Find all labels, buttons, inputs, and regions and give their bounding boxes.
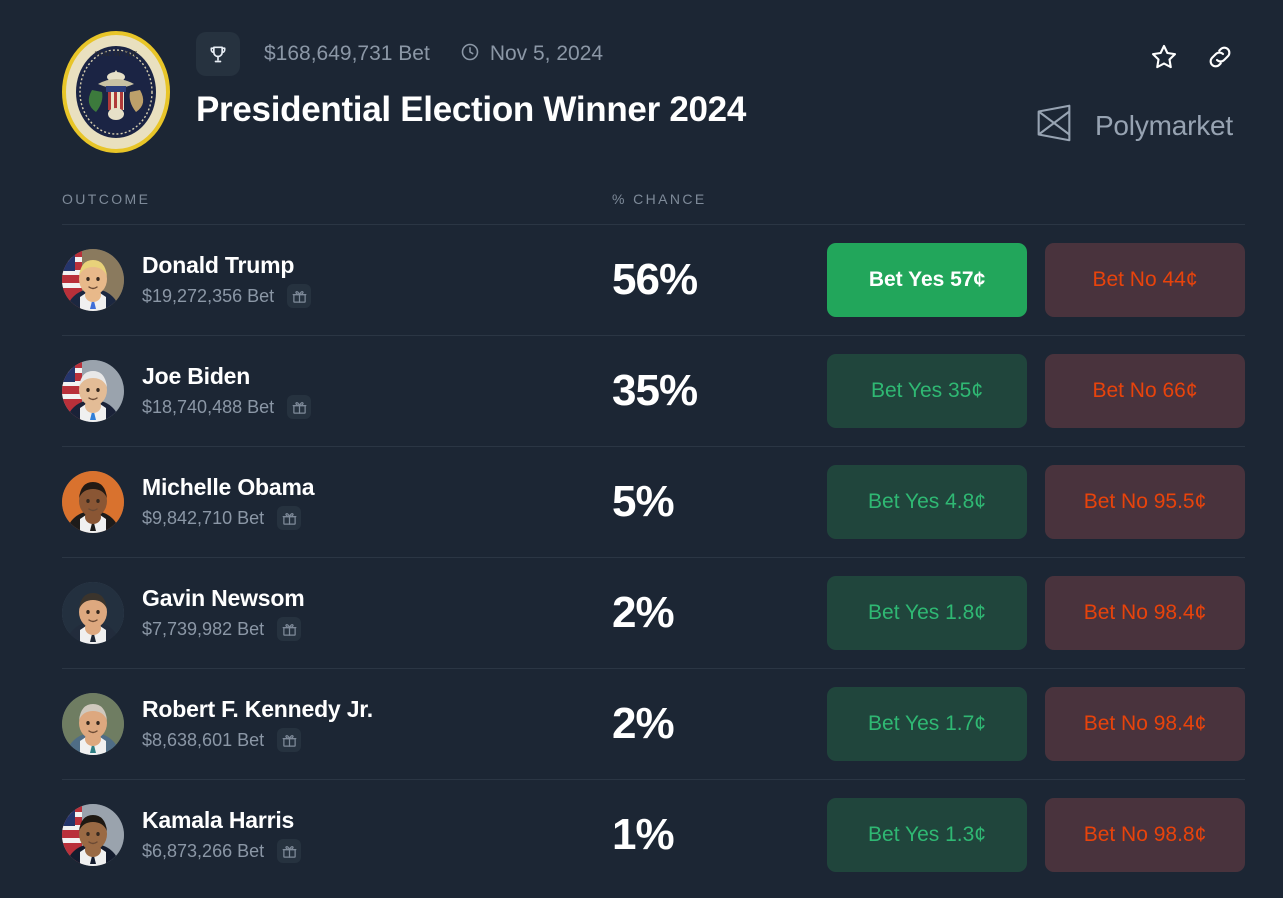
bet-actions: Bet Yes 35¢ Bet No 66¢ <box>827 354 1245 428</box>
bet-yes-button[interactable]: Bet Yes 1.8¢ <box>827 576 1027 650</box>
table-header: OUTCOME % CHANCE <box>62 182 1245 224</box>
outcome-volume: $18,740,488 Bet <box>142 397 274 418</box>
bet-actions: Bet Yes 1.8¢ Bet No 98.4¢ <box>827 576 1245 650</box>
bet-no-button[interactable]: Bet No 95.5¢ <box>1045 465 1245 539</box>
outcome-cell: Kamala Harris $6,873,266 Bet <box>62 804 612 866</box>
column-header-chance: % CHANCE <box>612 191 707 207</box>
outcome-subrow: $7,739,982 Bet <box>142 617 305 641</box>
market-date-group: Nov 5, 2024 <box>460 42 603 67</box>
outcome-name-block: Joe Biden $18,740,488 Bet <box>142 363 311 419</box>
outcome-name: Donald Trump <box>142 252 311 279</box>
outcome-volume: $8,638,601 Bet <box>142 730 264 751</box>
chance-value: 1% <box>612 810 822 860</box>
table-row[interactable]: Donald Trump $19,272,356 Bet 56% Bet Yes… <box>62 224 1245 335</box>
outcomes-table: OUTCOME % CHANCE Donald Trump $19,272,35… <box>62 182 1245 890</box>
outcome-cell: Joe Biden $18,740,488 Bet <box>62 360 612 422</box>
gift-icon[interactable] <box>277 839 301 863</box>
table-row[interactable]: Joe Biden $18,740,488 Bet 35% Bet Yes 35… <box>62 335 1245 446</box>
polymarket-logo-icon <box>1031 100 1077 151</box>
star-icon[interactable] <box>1147 40 1181 74</box>
outcome-name-block: Michelle Obama $9,842,710 Bet <box>142 474 314 530</box>
bet-actions: Bet Yes 4.8¢ Bet No 95.5¢ <box>827 465 1245 539</box>
joe-biden-avatar <box>62 360 124 422</box>
table-row[interactable]: Michelle Obama $9,842,710 Bet 5% Bet Yes… <box>62 446 1245 557</box>
outcome-subrow: $19,272,356 Bet <box>142 284 311 308</box>
outcome-subrow: $9,842,710 Bet <box>142 506 314 530</box>
gift-icon[interactable] <box>277 506 301 530</box>
brand: Polymarket <box>1031 100 1233 151</box>
header-actions <box>1147 40 1237 74</box>
outcome-volume: $7,739,982 Bet <box>142 619 264 640</box>
column-header-outcome: OUTCOME <box>62 191 612 207</box>
market-volume: $168,649,731 Bet <box>264 42 430 66</box>
outcome-name-block: Donald Trump $19,272,356 Bet <box>142 252 311 308</box>
chance-value: 56% <box>612 255 822 305</box>
outcome-subrow: $18,740,488 Bet <box>142 395 311 419</box>
bet-no-button[interactable]: Bet No 44¢ <box>1045 243 1245 317</box>
gift-icon[interactable] <box>287 284 311 308</box>
outcome-name-block: Kamala Harris $6,873,266 Bet <box>142 807 301 863</box>
bet-yes-button[interactable]: Bet Yes 57¢ <box>827 243 1027 317</box>
kamala-harris-avatar <box>62 804 124 866</box>
market-header-main: $168,649,731 Bet Nov 5, 2024 Presidentia… <box>196 32 746 130</box>
bet-yes-button[interactable]: Bet Yes 35¢ <box>827 354 1027 428</box>
outcome-name: Gavin Newsom <box>142 585 305 612</box>
outcome-volume: $6,873,266 Bet <box>142 841 264 862</box>
outcome-cell: Gavin Newsom $7,739,982 Bet <box>62 582 612 644</box>
market-end-date: Nov 5, 2024 <box>490 42 603 66</box>
gavin-newsom-avatar <box>62 582 124 644</box>
page-title: Presidential Election Winner 2024 <box>196 90 746 130</box>
outcome-name-block: Robert F. Kennedy Jr. $8,638,601 Bet <box>142 696 373 752</box>
outcome-name-block: Gavin Newsom $7,739,982 Bet <box>142 585 305 641</box>
trophy-icon <box>196 32 240 76</box>
clock-icon <box>460 42 480 67</box>
donald-trump-avatar <box>62 249 124 311</box>
market-header: SEAL OF THE $168,649,731 Bet <box>0 0 1283 182</box>
outcome-name: Kamala Harris <box>142 807 301 834</box>
svg-text:SEAL OF THE: SEAL OF THE <box>94 50 137 58</box>
chance-value: 5% <box>612 477 822 527</box>
bet-no-button[interactable]: Bet No 66¢ <box>1045 354 1245 428</box>
gift-icon[interactable] <box>277 617 301 641</box>
chance-value: 35% <box>612 366 822 416</box>
gift-icon[interactable] <box>287 395 311 419</box>
outcome-volume: $9,842,710 Bet <box>142 508 264 529</box>
bet-yes-button[interactable]: Bet Yes 1.3¢ <box>827 798 1027 872</box>
bet-yes-button[interactable]: Bet Yes 4.8¢ <box>827 465 1027 539</box>
link-icon[interactable] <box>1203 40 1237 74</box>
bet-no-button[interactable]: Bet No 98.8¢ <box>1045 798 1245 872</box>
outcome-name: Michelle Obama <box>142 474 314 501</box>
outcome-name: Joe Biden <box>142 363 311 390</box>
outcome-cell: Michelle Obama $9,842,710 Bet <box>62 471 612 533</box>
outcome-cell: Donald Trump $19,272,356 Bet <box>62 249 612 311</box>
outcome-subrow: $8,638,601 Bet <box>142 728 373 752</box>
chance-value: 2% <box>612 699 822 749</box>
table-row[interactable]: Robert F. Kennedy Jr. $8,638,601 Bet 2% … <box>62 668 1245 779</box>
bet-actions: Bet Yes 1.7¢ Bet No 98.4¢ <box>827 687 1245 761</box>
bet-no-button[interactable]: Bet No 98.4¢ <box>1045 687 1245 761</box>
market-meta-row: $168,649,731 Bet Nov 5, 2024 <box>196 32 746 76</box>
bet-actions: Bet Yes 1.3¢ Bet No 98.8¢ <box>827 798 1245 872</box>
chance-value: 2% <box>612 588 822 638</box>
gift-icon[interactable] <box>277 728 301 752</box>
bet-yes-button[interactable]: Bet Yes 1.7¢ <box>827 687 1027 761</box>
outcome-volume: $19,272,356 Bet <box>142 286 274 307</box>
outcome-subrow: $6,873,266 Bet <box>142 839 301 863</box>
brand-name: Polymarket <box>1095 110 1233 142</box>
bet-no-button[interactable]: Bet No 98.4¢ <box>1045 576 1245 650</box>
bet-actions: Bet Yes 57¢ Bet No 44¢ <box>827 243 1245 317</box>
robert-f-kennedy-jr-avatar <box>62 693 124 755</box>
table-body: Donald Trump $19,272,356 Bet 56% Bet Yes… <box>62 224 1245 890</box>
table-row[interactable]: Gavin Newsom $7,739,982 Bet 2% Bet Yes 1… <box>62 557 1245 668</box>
presidential-seal-icon: SEAL OF THE <box>62 30 170 155</box>
outcome-cell: Robert F. Kennedy Jr. $8,638,601 Bet <box>62 693 612 755</box>
table-row[interactable]: Kamala Harris $6,873,266 Bet 1% Bet Yes … <box>62 779 1245 890</box>
outcome-name: Robert F. Kennedy Jr. <box>142 696 373 723</box>
polymarket-market-card: SEAL OF THE $168,649,731 Bet <box>0 0 1283 898</box>
michelle-obama-avatar <box>62 471 124 533</box>
